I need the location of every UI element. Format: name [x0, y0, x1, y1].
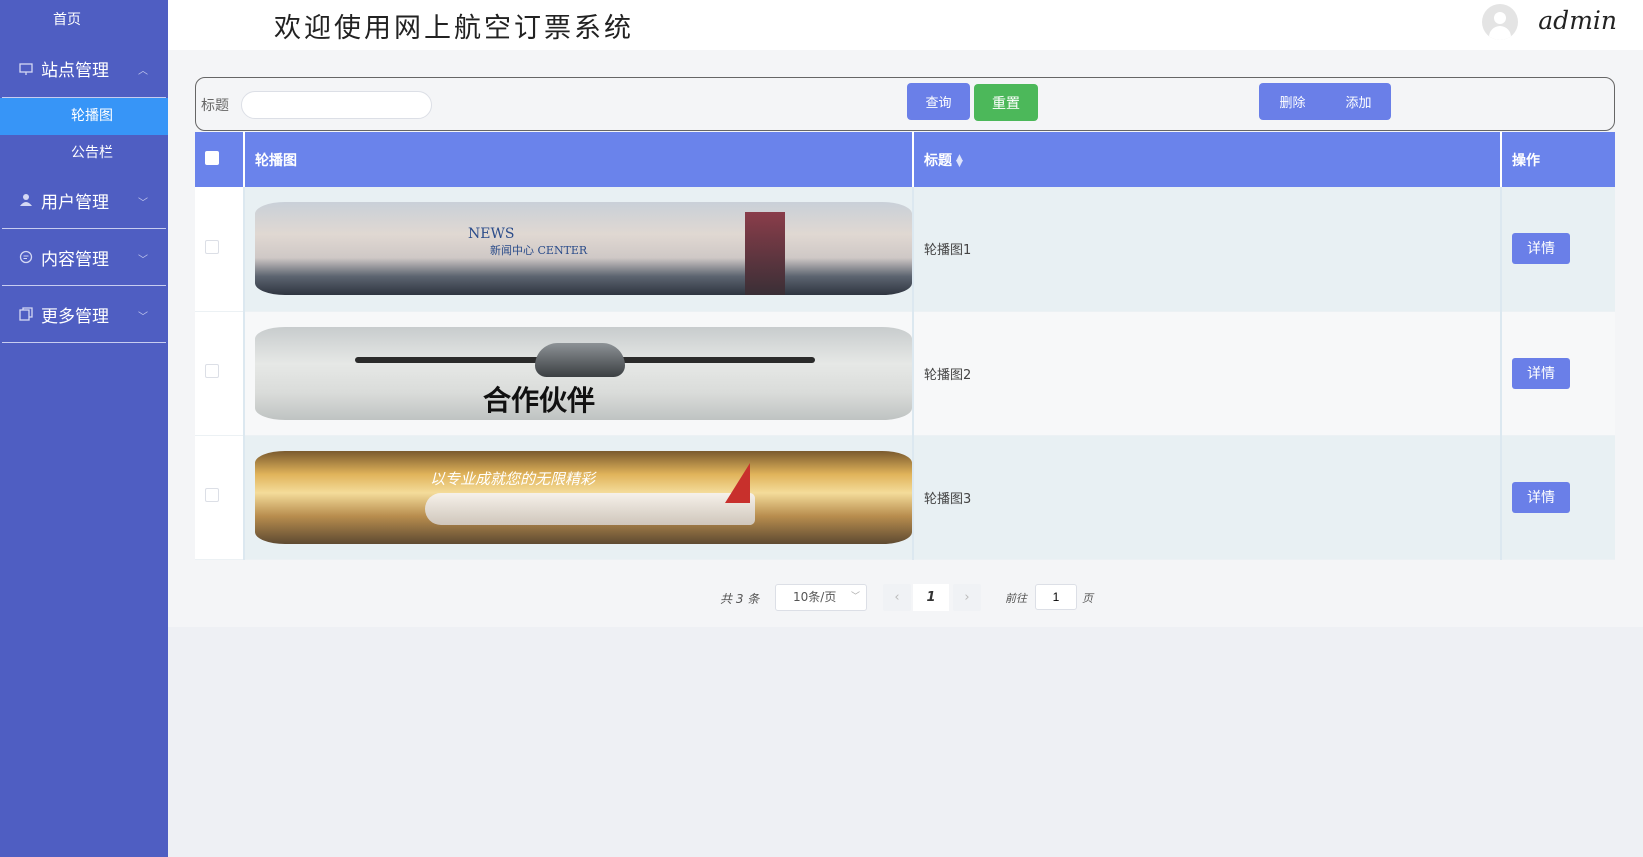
- select-all-header: [195, 132, 245, 187]
- prev-page-button[interactable]: ‹: [883, 584, 911, 611]
- comment-icon: [17, 248, 35, 266]
- image-cell: 以专业成就您的无限精彩: [244, 435, 914, 560]
- tower-shape: [745, 212, 785, 296]
- table-row: 合作伙伴 轮播图2 详情: [195, 311, 1615, 436]
- select-all-checkbox[interactable]: [205, 150, 219, 165]
- header: 欢迎使用网上航空订票系统 admin: [168, 0, 1643, 50]
- title-filter-label: 标题: [201, 98, 229, 114]
- goto-page-input[interactable]: [1035, 584, 1077, 610]
- delete-button[interactable]: 删除: [1259, 83, 1326, 120]
- table-row: NEWS 新闻中心 CENTER 轮播图1 详情: [195, 187, 1615, 312]
- chevron-down-icon: ﹀: [138, 255, 148, 266]
- user-icon: [17, 191, 35, 209]
- carousel-image: 合作伙伴: [255, 326, 912, 420]
- query-button[interactable]: 查询: [907, 83, 970, 120]
- detail-button[interactable]: 详情: [1512, 481, 1570, 513]
- detail-button[interactable]: 详情: [1512, 233, 1570, 265]
- sidebar-group-content[interactable]: 内容管理 ﹀: [2, 229, 166, 286]
- sidebar-group-label: 站点管理: [41, 61, 109, 81]
- table-row: 以专业成就您的无限精彩 轮播图3 详情: [195, 435, 1615, 560]
- carousel-table: 轮播图 标题 ▲ ▼ 操作 NEWS 新闻中心 CENTER 轮播图1 详情 合…: [195, 132, 1615, 560]
- avatar-body-shape: [1489, 26, 1511, 40]
- banner-text: NEWS: [468, 226, 515, 243]
- carousel-image: NEWS 新闻中心 CENTER: [255, 202, 912, 296]
- column-actions: 操作: [1501, 132, 1615, 187]
- column-image: 轮播图: [244, 132, 914, 187]
- sidebar-group-site[interactable]: 站点管理 ︿: [2, 40, 166, 97]
- row-checkbox[interactable]: [205, 239, 219, 254]
- sidebar-group-label: 更多管理: [41, 306, 109, 327]
- sidebar: 首页 站点管理 ︿ 轮播图 公告栏 用户管理 ﹀ 内容管理 ﹀ 更多管理 ﹀: [0, 0, 168, 857]
- monitor-icon: [17, 60, 35, 78]
- sidebar-item-carousel[interactable]: 轮播图: [0, 98, 168, 135]
- banner-text: 合作伙伴: [483, 383, 596, 417]
- chevron-down-icon: ﹀: [138, 312, 148, 323]
- row-checkbox[interactable]: [205, 488, 219, 502]
- sidebar-item-home[interactable]: 首页: [0, 0, 134, 40]
- goto-label: 前往: [1005, 592, 1027, 605]
- title-cell: 轮播图1: [913, 187, 1502, 312]
- detail-button[interactable]: 详情: [1512, 357, 1570, 389]
- actions-cell: 详情: [1501, 435, 1615, 560]
- chevron-left-icon: ‹: [894, 590, 900, 605]
- chevron-down-icon: ﹀: [850, 592, 860, 602]
- actions-cell: 详情: [1501, 187, 1615, 312]
- row-checkbox[interactable]: [205, 364, 219, 378]
- username[interactable]: admin: [1538, 6, 1617, 35]
- image-cell: NEWS 新闻中心 CENTER: [244, 187, 914, 312]
- page-title: 欢迎使用网上航空订票系统: [274, 13, 634, 44]
- carousel-image: 以专业成就您的无限精彩: [255, 450, 912, 544]
- avatar-head-shape: [1494, 12, 1506, 24]
- filter-bar: 标题 查询 重置 删除 添加: [195, 77, 1615, 131]
- pagination-total: 共 3 条: [720, 592, 760, 606]
- banner-text: 新闻中心 CENTER: [490, 244, 588, 258]
- row-select-cell: [195, 435, 245, 560]
- chevron-up-icon: ︿: [138, 66, 148, 77]
- page-suffix: 页: [1082, 592, 1093, 605]
- table-header-row: 轮播图 标题 ▲ ▼ 操作: [195, 132, 1615, 187]
- row-select-cell: [195, 311, 245, 436]
- sidebar-group-more[interactable]: 更多管理 ﹀: [2, 286, 166, 343]
- sort-icon[interactable]: ▲ ▼: [956, 153, 963, 168]
- chevron-down-icon: ﹀: [138, 198, 148, 209]
- page-size-select[interactable]: 10条/页 ﹀: [775, 584, 867, 611]
- reset-button[interactable]: 重置: [974, 84, 1038, 121]
- sidebar-group-label: 内容管理: [41, 249, 109, 270]
- next-page-button[interactable]: ›: [953, 584, 981, 611]
- row-select-cell: [195, 187, 245, 312]
- pagination: 共 3 条 10条/页 ﹀ ‹ 1 › 前往 页: [168, 581, 1643, 611]
- actions-cell: 详情: [1501, 311, 1615, 436]
- sidebar-group-user[interactable]: 用户管理 ﹀: [2, 172, 166, 229]
- title-filter-input[interactable]: [241, 91, 432, 119]
- column-title-label: 标题: [924, 152, 952, 169]
- banner-text: 以专业成就您的无限精彩: [430, 469, 596, 488]
- image-cell: 合作伙伴: [244, 311, 914, 436]
- avatar[interactable]: [1482, 4, 1518, 40]
- title-cell: 轮播图2: [913, 311, 1502, 436]
- plane-tail-shape: [725, 462, 750, 503]
- sidebar-item-notice[interactable]: 公告栏: [0, 135, 168, 172]
- current-page[interactable]: 1: [913, 584, 949, 611]
- add-button[interactable]: 添加: [1326, 83, 1391, 120]
- plane-body-shape: [535, 342, 625, 377]
- copy-icon: [17, 305, 35, 323]
- main-content: 标题 查询 重置 删除 添加 轮播图 标题 ▲ ▼ 操作 NEWS 新闻中心 CEN…: [168, 50, 1643, 627]
- page-size-value: 10条/页: [793, 590, 837, 604]
- plane-body-shape: [425, 492, 755, 525]
- sidebar-group-label: 用户管理: [41, 192, 109, 213]
- chevron-right-icon: ›: [964, 590, 970, 605]
- title-cell: 轮播图3: [913, 435, 1502, 560]
- column-title[interactable]: 标题 ▲ ▼: [913, 132, 1502, 187]
